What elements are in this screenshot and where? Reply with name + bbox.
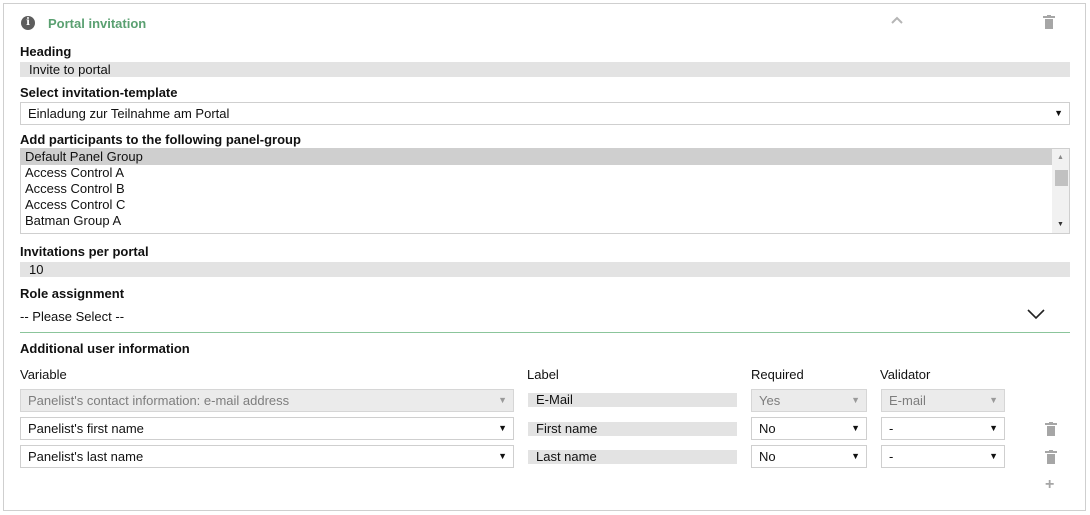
label-cell-last-name[interactable]: Last name [528, 450, 737, 464]
chevron-down-icon[interactable] [1026, 307, 1046, 321]
additional-info-label: Additional user information [20, 341, 190, 356]
caret-down-icon: ▼ [989, 423, 998, 433]
add-row-plus-icon[interactable]: + [1045, 476, 1054, 494]
template-select-value: Einladung zur Teilnahme am Portal [28, 106, 230, 121]
validator-value: - [889, 421, 894, 436]
scrollbar-thumb[interactable] [1055, 170, 1068, 186]
info-icon: i [21, 16, 35, 30]
listbox-scrollbar[interactable]: ▲ ▼ [1052, 149, 1069, 233]
panel-group-listbox[interactable]: Default Panel Group Access Control A Acc… [20, 148, 1070, 234]
panel-title: Portal invitation [48, 16, 147, 31]
caret-down-icon: ▼ [851, 423, 860, 433]
column-header-required: Required [751, 367, 804, 382]
validator-select-first-name[interactable]: - ▼ [881, 417, 1005, 440]
role-select[interactable]: -- Please Select -- [20, 309, 124, 324]
list-item[interactable]: Default Panel Group [21, 149, 1069, 165]
variable-value: Panelist's last name [28, 449, 144, 464]
caret-down-icon: ▼ [851, 395, 860, 405]
caret-down-icon: ▼ [1054, 108, 1063, 118]
validator-select-last-name[interactable]: - ▼ [881, 445, 1005, 468]
delete-row-trash-icon[interactable] [1045, 422, 1057, 436]
role-label: Role assignment [20, 286, 125, 301]
caret-down-icon: ▼ [851, 451, 860, 461]
required-select-email: Yes ▼ [751, 389, 867, 412]
template-select[interactable]: Einladung zur Teilnahme am Portal ▼ [20, 102, 1070, 125]
delete-panel-trash-icon[interactable] [1043, 15, 1055, 29]
invitations-label: Invitations per portal [20, 244, 149, 259]
list-item[interactable]: Access Control C [21, 197, 1069, 213]
heading-value: Invite to portal [20, 62, 1070, 77]
required-select-first-name[interactable]: No ▼ [751, 417, 867, 440]
required-select-last-name[interactable]: No ▼ [751, 445, 867, 468]
list-item[interactable]: Batman Group A [21, 213, 1069, 229]
role-divider [20, 332, 1070, 333]
list-item[interactable]: Access Control B [21, 181, 1069, 197]
list-item[interactable]: Access Control A [21, 165, 1069, 181]
column-header-label: Label [527, 367, 559, 382]
panel-group-label: Add participants to the following panel-… [20, 132, 301, 147]
column-header-validator: Validator [880, 367, 931, 382]
variable-select-email: Panelist's contact information: e-mail a… [20, 389, 514, 412]
column-header-variable: Variable [20, 367, 67, 382]
validator-value: E-mail [889, 393, 926, 408]
caret-down-icon: ▼ [498, 395, 507, 405]
variable-value: Panelist's first name [28, 421, 144, 436]
heading-label: Heading [20, 44, 72, 59]
variable-value: Panelist's contact information: e-mail a… [28, 393, 290, 408]
caret-down-icon: ▼ [498, 451, 507, 461]
caret-down-icon: ▼ [989, 395, 998, 405]
required-value: No [759, 421, 776, 436]
invitations-value: 10 [20, 262, 1070, 277]
scroll-up-icon[interactable]: ▲ [1057, 154, 1064, 161]
caret-down-icon: ▼ [498, 423, 507, 433]
required-value: Yes [759, 393, 781, 408]
validator-value: - [889, 449, 894, 464]
required-value: No [759, 449, 776, 464]
label-cell-first-name[interactable]: First name [528, 422, 737, 436]
collapse-chevron-up-icon[interactable] [889, 13, 905, 29]
template-label: Select invitation-template [20, 85, 178, 100]
portal-invitation-panel: i Portal invitation Heading Invite to po… [3, 3, 1086, 511]
label-cell-email: E-Mail [528, 393, 737, 407]
delete-row-trash-icon[interactable] [1045, 450, 1057, 464]
variable-select-last-name[interactable]: Panelist's last name ▼ [20, 445, 514, 468]
variable-select-first-name[interactable]: Panelist's first name ▼ [20, 417, 514, 440]
caret-down-icon: ▼ [989, 451, 998, 461]
scroll-down-icon[interactable]: ▼ [1057, 221, 1064, 228]
validator-select-email: E-mail ▼ [881, 389, 1005, 412]
